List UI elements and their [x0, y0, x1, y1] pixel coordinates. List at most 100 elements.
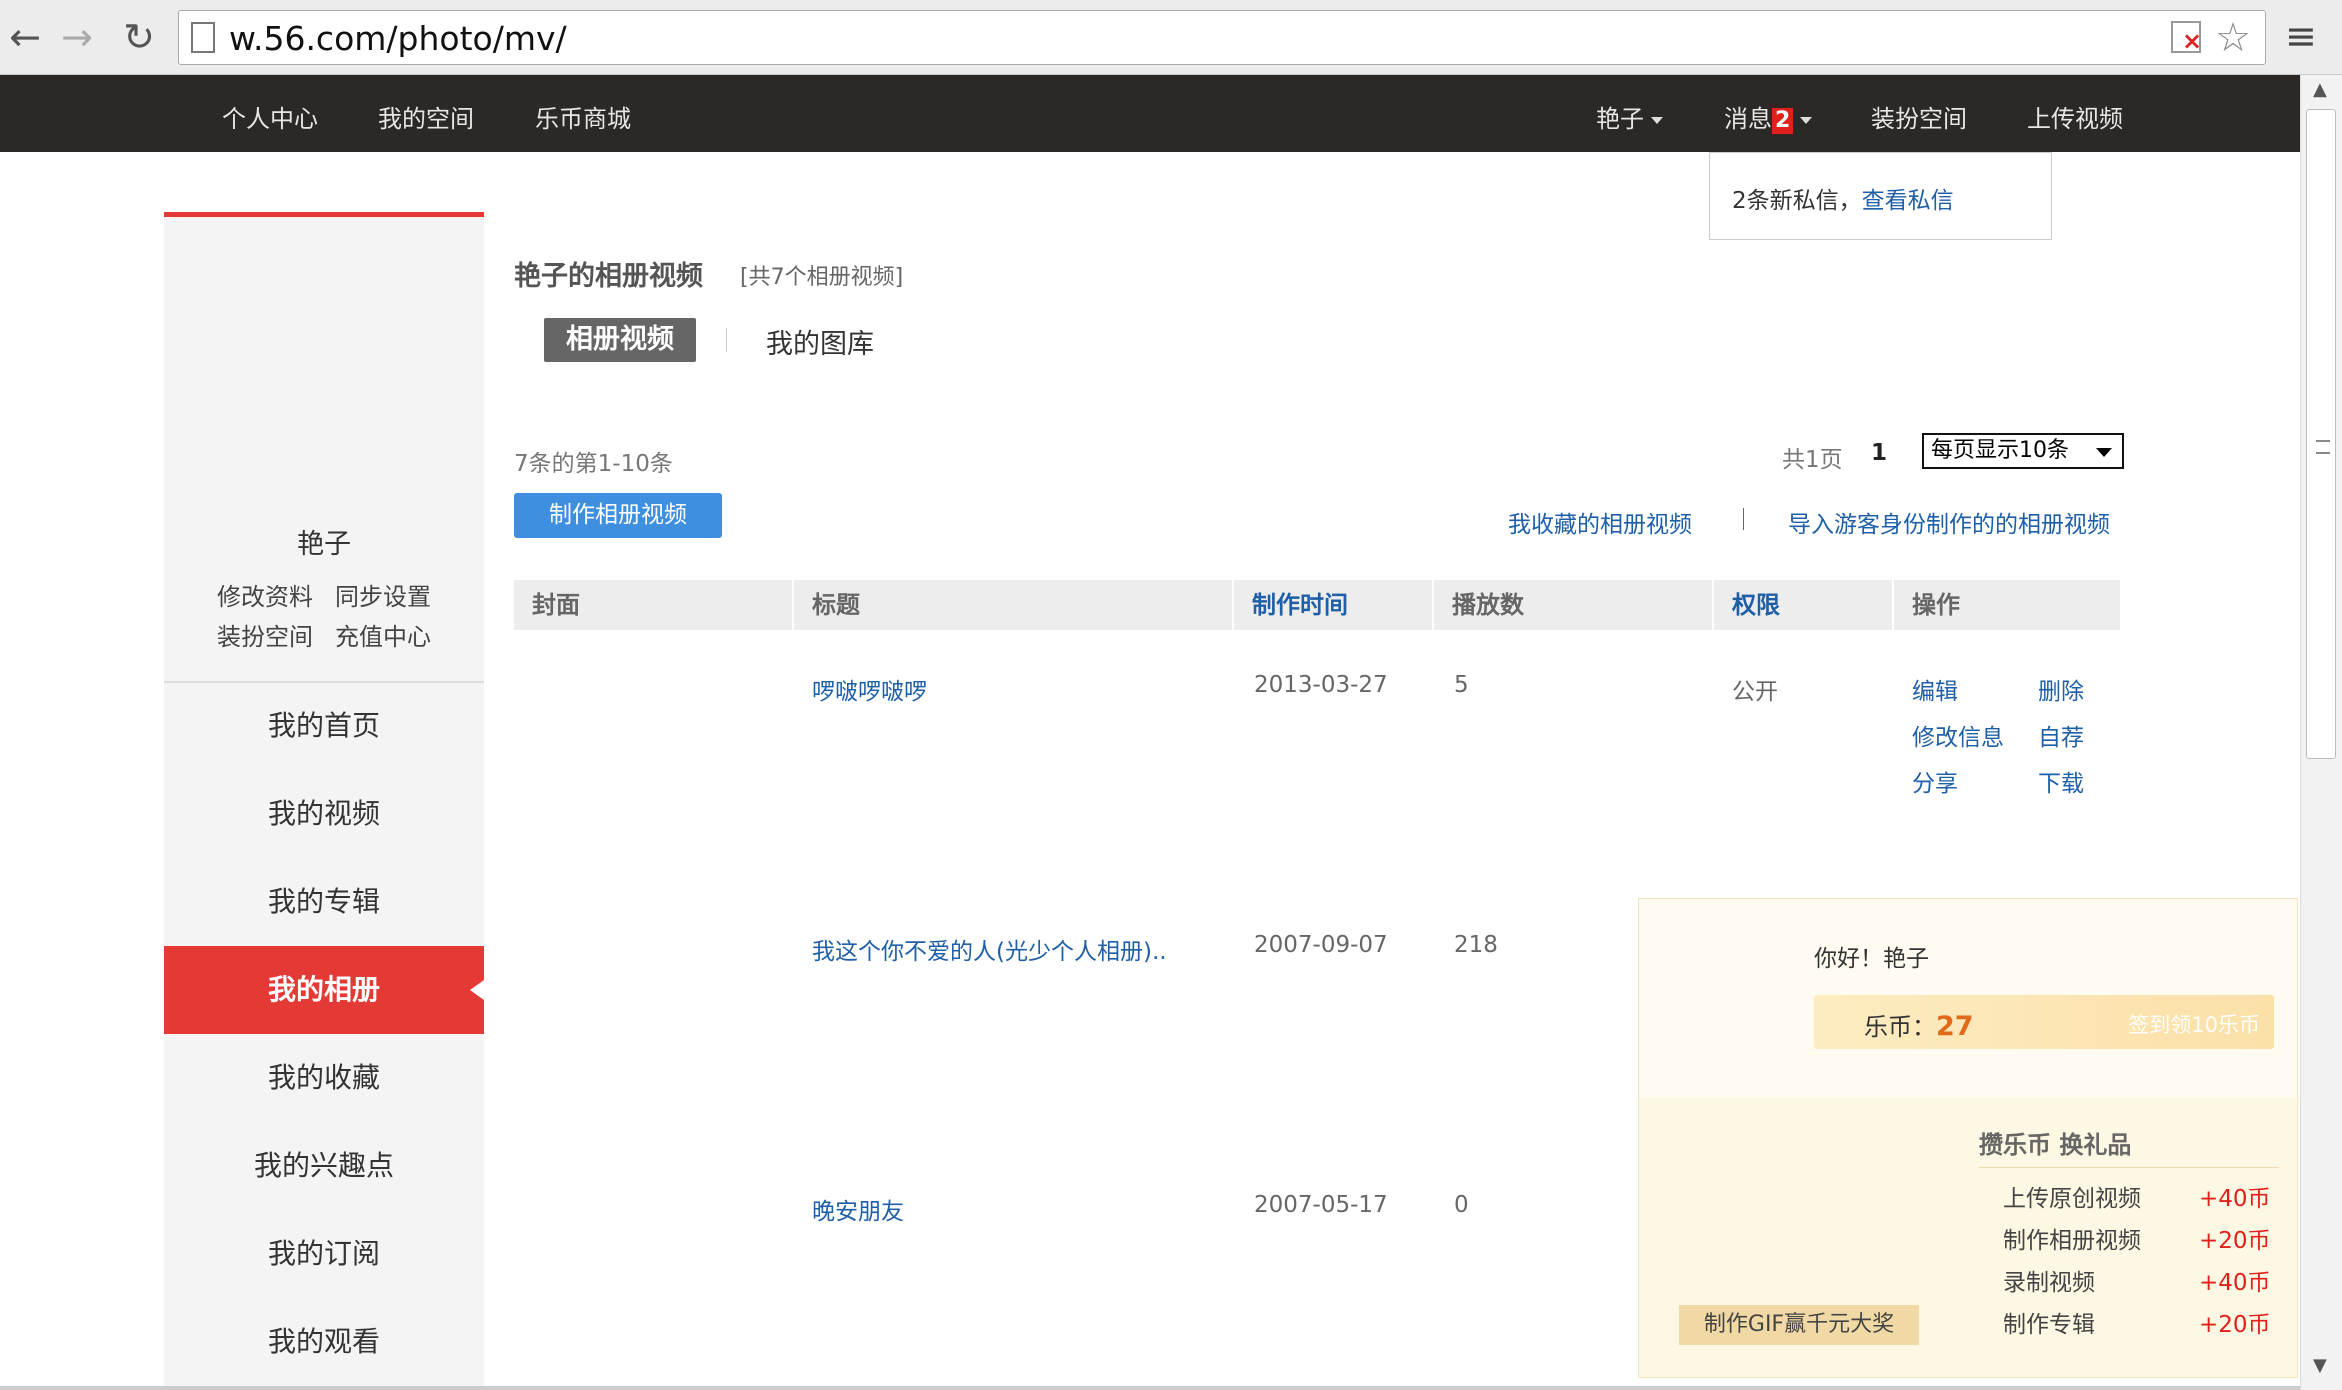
signin-reward-button[interactable]: 签到领10乐币: [2128, 1009, 2260, 1039]
share-link[interactable]: 分享: [1912, 764, 1958, 798]
header-divider: [1892, 580, 1894, 630]
row-permission: 公开: [1732, 679, 1778, 705]
coin-value: 27: [1936, 1011, 1974, 1042]
header-created-time[interactable]: 制作时间: [1252, 580, 1348, 630]
favorite-album-videos-link[interactable]: 我收藏的相册视频: [1508, 505, 1692, 539]
sidebar-item-favorites[interactable]: 我的收藏: [164, 1034, 484, 1122]
download-link[interactable]: 下载: [2038, 764, 2084, 798]
nav-personal-center[interactable]: 个人中心: [222, 99, 318, 134]
row-plays: 0: [1454, 1192, 1469, 1218]
make-gif-contest-button[interactable]: 制作GIF赢千元大奖: [1679, 1305, 1919, 1345]
site-top-nav: 个人中心 我的空间 乐币商城 艳子 消息 2 装扮空间 上传视频: [0, 75, 2300, 152]
dress-space-link[interactable]: 装扮空间: [217, 617, 313, 652]
links-divider: [1743, 508, 1744, 530]
nav-dress-space[interactable]: 装扮空间: [1871, 99, 1967, 134]
table-header: 封面 标题 制作时间 播放数 权限 操作: [514, 580, 2120, 630]
sidebar-item-photo-albums[interactable]: 我的相册: [164, 946, 484, 1034]
row-title-link[interactable]: 啰啵啰啵啰: [812, 672, 927, 706]
make-album-video-button[interactable]: 制作相册视频: [514, 493, 722, 538]
sidebar-item-subscriptions[interactable]: 我的订阅: [164, 1210, 484, 1298]
bookmark-star-icon[interactable]: ☆: [2215, 15, 2251, 61]
sidebar-item-videos[interactable]: 我的视频: [164, 770, 484, 858]
nav-user-name: 艳子: [1596, 105, 1644, 133]
per-page-select[interactable]: 每页显示10条: [1922, 433, 2124, 469]
earn-item-name[interactable]: 录制视频: [2003, 1263, 2095, 1297]
url-text[interactable]: w.56.com/photo/mv/: [229, 19, 567, 58]
earn-item-name[interactable]: 制作专辑: [2003, 1305, 2095, 1339]
import-guest-videos-link[interactable]: 导入游客身份制作的的相册视频: [1788, 505, 2110, 539]
view-messages-link[interactable]: 查看私信: [1862, 188, 1954, 214]
nav-messages[interactable]: 消息 2: [1724, 99, 1813, 134]
earn-item-name[interactable]: 制作相册视频: [2003, 1221, 2141, 1255]
scroll-up-icon[interactable]: ▲: [2313, 79, 2327, 100]
back-arrow-icon[interactable]: ←: [0, 12, 50, 62]
vertical-scrollbar[interactable]: ▲ ▼: [2300, 75, 2342, 1390]
sidebar: 艳子 修改资料 同步设置 装扮空间 充值中心 我的首页 我的视频 我的专辑 我的…: [164, 212, 484, 1390]
nav-messages-label: 消息: [1724, 105, 1772, 133]
address-bar[interactable]: w.56.com/photo/mv/ × ☆: [178, 10, 2266, 65]
row-date: 2007-09-07: [1254, 932, 1388, 958]
sidebar-item-interests[interactable]: 我的兴趣点: [164, 1122, 484, 1210]
nav-coin-mall[interactable]: 乐币商城: [535, 99, 631, 134]
header-actions: 操作: [1912, 591, 1960, 619]
recharge-link[interactable]: 充值中心: [335, 617, 431, 652]
header-plays: 播放数: [1452, 591, 1524, 619]
earn-item-name[interactable]: 上传原创视频: [2003, 1179, 2141, 1213]
greeting: 你好！艳子: [1814, 946, 1929, 972]
promo-header: 你好！艳子 乐币：27 签到领10乐币: [1639, 899, 2297, 1099]
row-plays: 218: [1454, 932, 1498, 958]
coin-bar: 乐币：27 签到领10乐币: [1814, 995, 2274, 1049]
scroll-down-icon[interactable]: ▼: [2313, 1355, 2327, 1376]
page-title: 艳子的相册视频: [514, 261, 703, 292]
earn-item-value: +40币: [2199, 1186, 2271, 1212]
edit-link[interactable]: 编辑: [1912, 672, 1958, 706]
chevron-down-icon: [1800, 116, 1813, 124]
video-count: [共7个相册视频]: [740, 265, 904, 290]
earn-item-value: +40币: [2199, 1270, 2271, 1296]
coin-label: 乐币：: [1864, 1013, 1936, 1041]
row-title-link[interactable]: 晚安朋友: [812, 1192, 904, 1226]
tab-album-videos[interactable]: 相册视频: [544, 318, 696, 362]
header-permission[interactable]: 权限: [1732, 580, 1780, 630]
edit-info-link[interactable]: 修改信息: [1912, 718, 2004, 752]
nav-upload-video[interactable]: 上传视频: [2027, 99, 2123, 134]
browser-menu-icon[interactable]: ≡: [2285, 14, 2317, 58]
page-icon: [191, 22, 215, 53]
page-number[interactable]: 1: [1871, 440, 1887, 466]
header-divider: [792, 580, 794, 630]
row-date: 2007-05-17: [1254, 1192, 1388, 1218]
row-plays: 5: [1454, 672, 1469, 698]
row-title-link[interactable]: 我这个你不爱的人(光少个人相册)..: [812, 932, 1167, 966]
nav-my-space[interactable]: 我的空间: [378, 99, 474, 134]
per-page-value: 每页显示10条: [1931, 438, 2069, 463]
sidebar-item-watched[interactable]: 我的观看: [164, 1298, 484, 1386]
scrollbar-grip-icon: [2316, 440, 2330, 454]
tab-divider: [726, 328, 727, 352]
reload-icon[interactable]: ↻: [114, 12, 164, 62]
sidebar-username: 艳子: [297, 529, 351, 560]
earn-coins-title: 攒乐币 换礼品: [1979, 1131, 2132, 1159]
window-bottom-edge: [0, 1386, 2300, 1390]
sidebar-item-home[interactable]: 我的首页: [164, 682, 484, 770]
delete-link[interactable]: 删除: [2038, 672, 2084, 706]
scrollbar-thumb[interactable]: [2306, 109, 2336, 759]
sidebar-item-albums[interactable]: 我的专辑: [164, 858, 484, 946]
message-count-badge: 2: [1772, 108, 1794, 134]
recommend-link[interactable]: 自荐: [2038, 718, 2084, 752]
earn-item-value: +20币: [2199, 1312, 2271, 1338]
edit-profile-link[interactable]: 修改资料: [217, 577, 313, 612]
earn-divider: [1979, 1167, 2279, 1168]
dropdown-arrow-icon: [2096, 448, 2112, 457]
blocked-popup-icon[interactable]: ×: [2171, 21, 2202, 55]
header-divider: [1232, 580, 1234, 630]
header-divider: [1432, 580, 1434, 630]
result-range: 7条的第1-10条: [514, 451, 673, 477]
chevron-down-icon: [1651, 116, 1663, 124]
tab-my-gallery[interactable]: 我的图库: [766, 322, 874, 361]
messages-dropdown: 2条新私信，查看私信: [1709, 152, 2052, 240]
row-date: 2013-03-27: [1254, 672, 1388, 698]
sync-settings-link[interactable]: 同步设置: [335, 577, 431, 612]
nav-user-menu[interactable]: 艳子: [1596, 99, 1663, 134]
forward-arrow-icon[interactable]: →: [52, 12, 102, 62]
coin-promo-panel: 你好！艳子 乐币：27 签到领10乐币 攒乐币 换礼品 上传原创视频 +40币 …: [1638, 898, 2298, 1378]
